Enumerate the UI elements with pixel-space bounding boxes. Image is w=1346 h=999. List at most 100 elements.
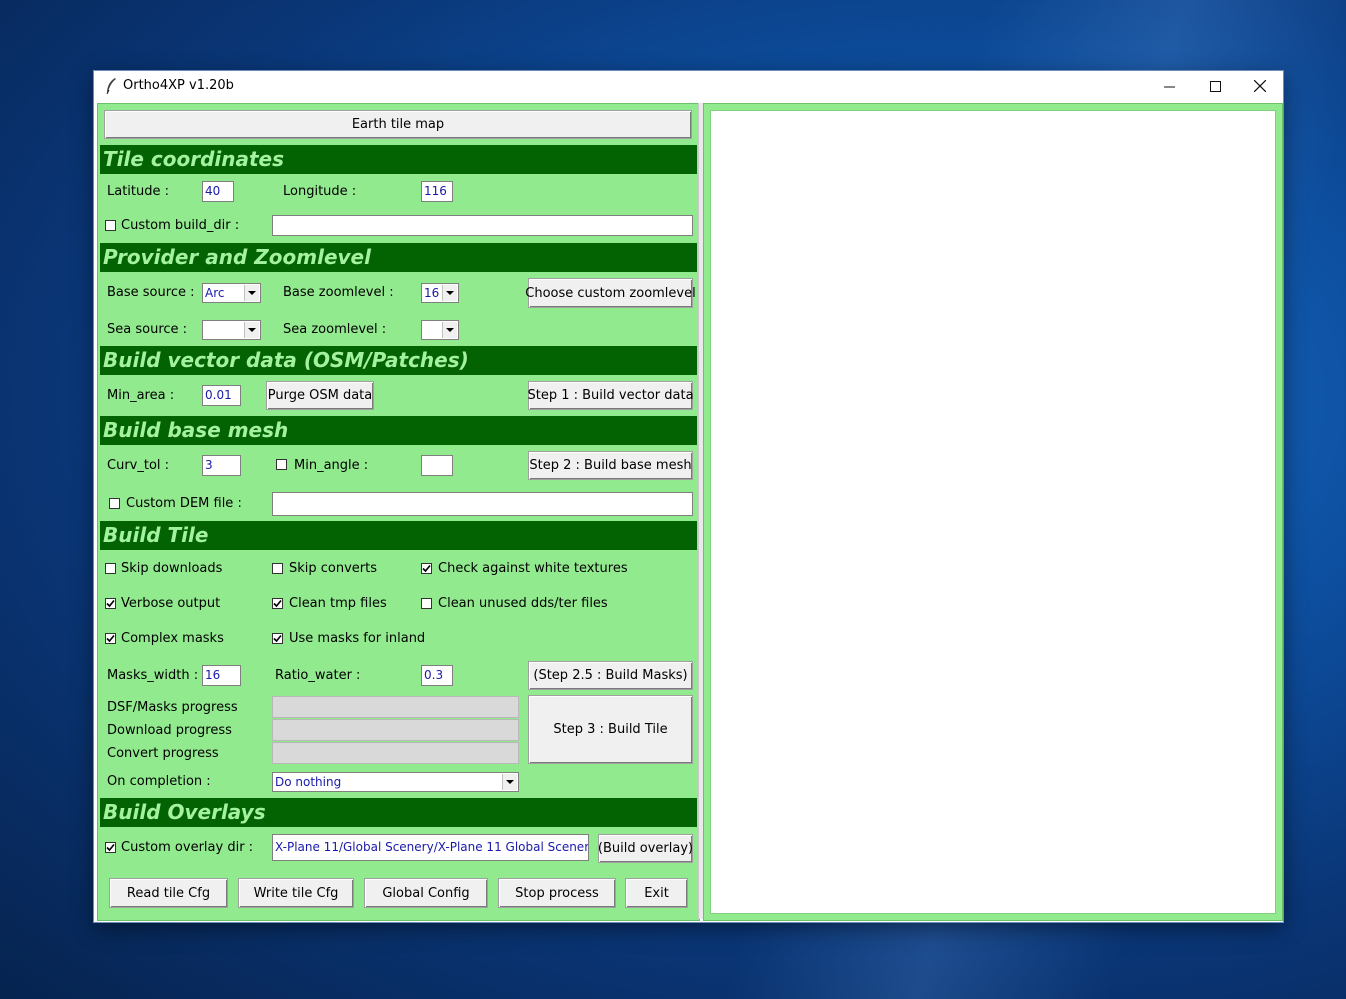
step3-build-tile-button[interactable]: Step 3 : Build Tile (528, 695, 693, 764)
base-source-label: Base source : (107, 285, 195, 300)
custom-dem-checkbox[interactable] (109, 498, 120, 509)
stop-process-button[interactable]: Stop process (498, 878, 616, 908)
skip-downloads-label: Skip downloads (121, 561, 223, 576)
dsf-progress-bar (272, 696, 519, 718)
control-pane: Earth tile map Tile coordinates Latitude… (97, 103, 700, 921)
feather-icon (106, 78, 116, 95)
log-output-area[interactable] (710, 110, 1276, 914)
global-config-button[interactable]: Global Config (364, 878, 488, 908)
base-zoomlevel-select[interactable]: 16 (421, 283, 459, 303)
masks-inland-checkbox[interactable] (272, 633, 283, 644)
masks-inland-label: Use masks for inland (289, 631, 426, 646)
checkmark-icon (106, 599, 115, 608)
latitude-input[interactable]: 40 (202, 181, 234, 202)
minimize-button[interactable] (1146, 71, 1192, 101)
base-zoomlevel-value: 16 (424, 286, 440, 300)
verbose-output-checkbox[interactable] (105, 598, 116, 609)
download-progress-bar (272, 719, 519, 741)
check-white-textures-checkbox[interactable] (421, 563, 432, 574)
earth-tile-map-button[interactable]: Earth tile map (104, 110, 692, 139)
on-completion-select[interactable]: Do nothing (272, 772, 519, 792)
convert-progress-bar (272, 742, 519, 764)
masks-width-label: Masks_width : (107, 668, 199, 683)
chevron-down-icon (442, 322, 457, 338)
choose-custom-zoomlevel-button[interactable]: Choose custom zoomlevel (525, 278, 696, 308)
clean-unused-files-label: Clean unused dds/ter files (438, 596, 608, 611)
ratio-water-label: Ratio_water : (275, 668, 361, 683)
min-angle-label: Min_angle : (294, 458, 369, 473)
on-completion-label: On completion : (107, 774, 211, 789)
base-zoomlevel-label: Base zoomlevel : (283, 285, 394, 300)
clean-tmp-files-checkbox[interactable] (272, 598, 283, 609)
clean-unused-files-checkbox[interactable] (421, 598, 432, 609)
masks-width-input[interactable]: 16 (202, 665, 241, 686)
checkmark-icon (106, 634, 115, 643)
read-tile-cfg-button[interactable]: Read tile Cfg (109, 878, 228, 908)
complex-masks-checkbox[interactable] (105, 633, 116, 644)
window-title: Ortho4XP v1.20b (123, 78, 234, 93)
custom-dem-label: Custom DEM file : (126, 496, 242, 511)
convert-progress-label: Convert progress (107, 746, 219, 761)
min-area-input[interactable]: 0.01 (202, 385, 241, 406)
custom-dem-input[interactable] (272, 492, 693, 516)
app-window: Ortho4XP v1.20b Earth tile map Tile coor… (94, 71, 1283, 922)
skip-converts-label: Skip converts (289, 561, 378, 576)
maximize-icon (1209, 80, 1221, 92)
chevron-down-icon (442, 285, 457, 301)
min-angle-checkbox[interactable] (276, 459, 287, 470)
longitude-input[interactable]: 116 (421, 181, 453, 202)
min-area-label: Min_area : (107, 388, 175, 403)
chevron-down-icon (244, 322, 259, 338)
curv-tol-input[interactable]: 3 (202, 455, 241, 476)
check-white-textures-label: Check against white textures (438, 561, 628, 576)
ratio-water-input[interactable]: 0.3 (421, 665, 453, 686)
title-bar: Ortho4XP v1.20b (94, 71, 1283, 101)
step1-build-vector-data-button[interactable]: Step 1 : Build vector data (527, 381, 694, 410)
section-build-base-mesh: Build base mesh (100, 416, 697, 445)
checkmark-icon (422, 564, 431, 573)
complex-masks-label: Complex masks (121, 631, 224, 646)
base-source-value: Arc (205, 286, 225, 300)
base-source-select[interactable]: Arc (202, 283, 261, 303)
min-angle-input[interactable] (421, 455, 453, 476)
write-tile-cfg-button[interactable]: Write tile Cfg (238, 878, 354, 908)
sea-source-label: Sea source : (107, 322, 188, 337)
exit-button[interactable]: Exit (625, 878, 688, 908)
sea-zoomlevel-label: Sea zoomlevel : (283, 322, 387, 337)
section-build-tile: Build Tile (100, 521, 697, 550)
custom-build-dir-input[interactable] (272, 215, 693, 236)
custom-overlay-dir-input[interactable]: X-Plane 11/Global Scenery/X-Plane 11 Glo… (272, 834, 589, 861)
section-provider-zoomlevel: Provider and Zoomlevel (100, 243, 697, 272)
chevron-down-icon (502, 774, 517, 790)
download-progress-label: Download progress (107, 723, 232, 738)
sea-source-select[interactable] (202, 320, 261, 340)
custom-overlay-dir-label: Custom overlay dir : (121, 840, 254, 855)
longitude-label: Longitude : (283, 184, 357, 199)
maximize-button[interactable] (1192, 71, 1238, 101)
minimize-icon (1163, 86, 1175, 87)
step2-build-base-mesh-button[interactable]: Step 2 : Build base mesh (528, 451, 693, 480)
checkmark-icon (106, 843, 115, 852)
curv-tol-label: Curv_tol : (107, 458, 170, 473)
section-build-vector-data: Build vector data (OSM/Patches) (100, 346, 697, 375)
custom-build-dir-checkbox[interactable] (105, 220, 116, 231)
section-tile-coordinates: Tile coordinates (100, 145, 697, 174)
purge-osm-data-button[interactable]: Purge OSM data (266, 381, 374, 410)
clean-tmp-files-label: Clean tmp files (289, 596, 387, 611)
log-pane (703, 103, 1283, 921)
sea-zoomlevel-select[interactable] (421, 320, 459, 340)
section-build-overlays: Build Overlays (100, 798, 697, 827)
close-button[interactable] (1237, 71, 1283, 101)
build-overlay-button[interactable]: (Build overlay) (598, 834, 693, 863)
skip-downloads-checkbox[interactable] (105, 563, 116, 574)
latitude-label: Latitude : (107, 184, 170, 199)
verbose-output-label: Verbose output (121, 596, 221, 611)
close-icon (1254, 80, 1266, 92)
step25-build-masks-button[interactable]: (Step 2.5 : Build Masks) (528, 661, 693, 690)
dsf-progress-label: DSF/Masks progress (107, 700, 238, 715)
checkmark-icon (273, 634, 282, 643)
chevron-down-icon (244, 285, 259, 301)
custom-overlay-dir-checkbox[interactable] (105, 842, 116, 853)
skip-converts-checkbox[interactable] (272, 563, 283, 574)
on-completion-value: Do nothing (275, 775, 342, 789)
